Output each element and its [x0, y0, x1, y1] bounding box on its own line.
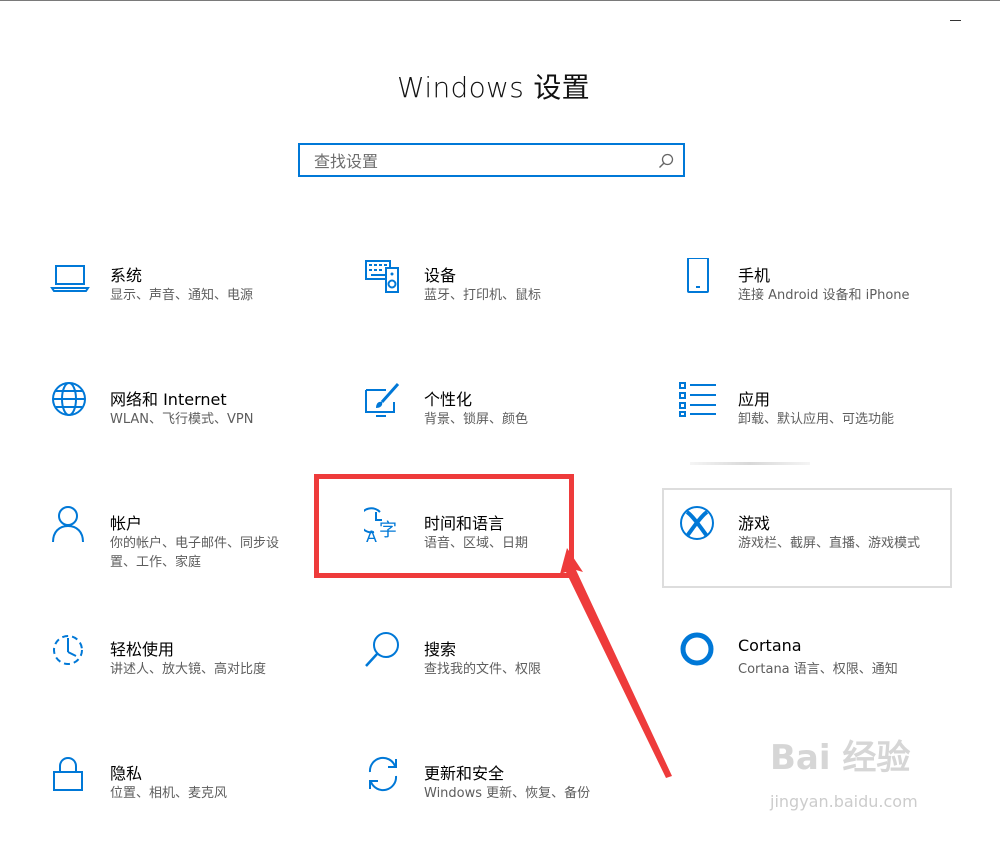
tile-title: 轻松使用 [110, 640, 175, 659]
keyboard-speaker-icon [364, 258, 406, 300]
refresh-icon [364, 756, 406, 798]
minimize-button[interactable] [940, 8, 980, 32]
tile-description: Cortana 语言、权限、通知 [738, 662, 898, 677]
page-title: Windows 设置 [397, 71, 590, 104]
tile-cortana[interactable]: Cortana Cortana 语言、权限、通知 [678, 632, 968, 722]
tile-devices[interactable]: 设备 蓝牙、打印机、鼠标 [364, 258, 654, 348]
tile-description: 游戏栏、截屏、直播、游戏模式 [738, 536, 921, 551]
tile-privacy[interactable]: 隐私 位置、相机、麦克风 [50, 756, 340, 846]
tile-description: 显示、声音、通知、电源 [110, 288, 254, 303]
tile-description: Windows 更新、恢复、备份 [424, 786, 591, 801]
search-icon[interactable] [657, 152, 675, 170]
window-top-border [0, 0, 1000, 1]
tile-title: 隐私 [110, 764, 143, 783]
phone-icon [678, 258, 720, 300]
tile-description: WLAN、飞行模式、VPN [110, 412, 254, 427]
tile-network[interactable]: 网络和 Internet WLAN、飞行模式、VPN [50, 382, 340, 472]
tile-description: 你的帐户、电子邮件、同步设置、工作、家庭 [110, 536, 280, 570]
tile-description: 卸载、默认应用、可选功能 [738, 412, 895, 427]
person-icon [50, 506, 92, 548]
search-magnifier-icon [364, 632, 406, 674]
tile-ease-of-access[interactable]: 轻松使用 讲述人、放大镜、高对比度 [50, 632, 340, 722]
xbox-icon [678, 506, 720, 548]
tile-title: 手机 [738, 266, 771, 285]
cortana-icon [678, 632, 720, 674]
lock-icon [50, 756, 92, 798]
tile-phone[interactable]: 手机 连接 Android 设备和 iPhone [678, 258, 968, 348]
tile-update-security[interactable]: 更新和安全 Windows 更新、恢复、备份 [364, 756, 654, 846]
tile-title: 网络和 Internet [110, 390, 227, 409]
tile-description: 查找我的文件、权限 [424, 662, 542, 677]
tile-description: 讲述人、放大镜、高对比度 [110, 662, 267, 677]
tile-search[interactable]: 搜索 查找我的文件、权限 [364, 632, 654, 722]
paint-brush-icon [364, 382, 406, 424]
baidu-watermark: Bai 经验 jingyan.baidu.com [770, 730, 980, 820]
watermark-url: jingyan.baidu.com [770, 792, 918, 811]
laptop-icon [50, 258, 92, 300]
tile-title: 更新和安全 [424, 764, 505, 783]
tile-system[interactable]: 系统 显示、声音、通知、电源 [50, 258, 340, 348]
ease-of-access-icon [50, 632, 92, 674]
tile-title: 个性化 [424, 390, 473, 409]
tile-title: 搜索 [424, 640, 457, 659]
tile-gaming[interactable]: 游戏 游戏栏、截屏、直播、游戏模式 [678, 506, 968, 596]
tile-title: 设备 [424, 266, 457, 285]
tile-description: 蓝牙、打印机、鼠标 [424, 288, 542, 303]
globe-icon [50, 382, 92, 424]
tile-apps[interactable]: 应用 卸载、默认应用、可选功能 [678, 382, 968, 472]
tile-description: 位置、相机、麦克风 [110, 786, 228, 801]
tile-description: 背景、锁屏、颜色 [424, 412, 529, 427]
tile-title: 应用 [738, 390, 771, 409]
red-highlight-box [314, 474, 574, 578]
tile-title: Cortana [738, 636, 802, 655]
tile-title: 系统 [110, 266, 143, 285]
tile-accounts[interactable]: 帐户 你的帐户、电子邮件、同步设置、工作、家庭 [50, 506, 340, 596]
apps-list-icon [678, 382, 720, 424]
tile-description: 连接 Android 设备和 iPhone [738, 288, 910, 303]
tile-title: 游戏 [738, 514, 771, 533]
search-box[interactable] [298, 143, 685, 177]
tile-personalization[interactable]: 个性化 背景、锁屏、颜色 [364, 382, 654, 472]
tile-title: 帐户 [110, 514, 143, 533]
search-input[interactable] [312, 145, 656, 177]
watermark-logo: Bai 经验 [770, 738, 911, 778]
